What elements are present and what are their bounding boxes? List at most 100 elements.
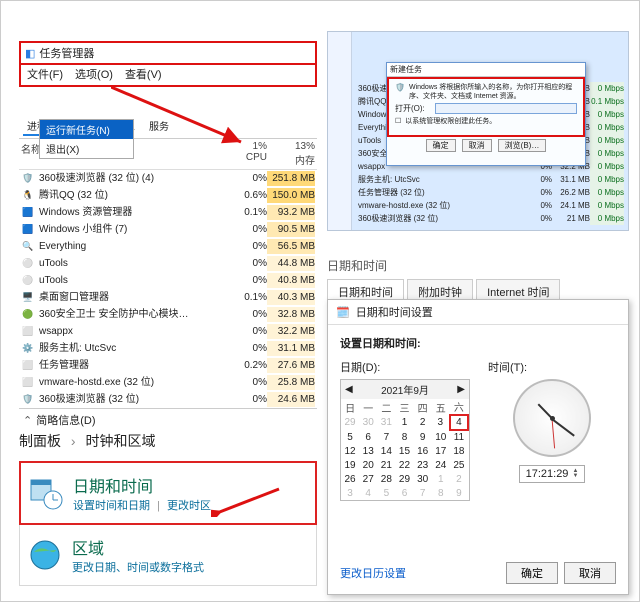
table-row[interactable]: 🐧 腾讯QQ (32 位) 0.6% 150.0 MB [19, 187, 317, 204]
file-menu-dropdown[interactable]: 运行新任务(N) 退出(X) [39, 119, 134, 159]
month-label[interactable]: 2021年9月 [381, 382, 429, 397]
task-manager-menubar[interactable]: 文件(F) 选项(O) 查看(V) [19, 65, 317, 87]
checkbox-admin[interactable]: ☐ [395, 117, 401, 125]
fewer-details-link[interactable]: 简略信息(D) [36, 412, 95, 428]
calendar-day[interactable]: 11 [450, 430, 468, 444]
table-row[interactable]: 🛡️ 360极速浏览器 (32 位) (4) 0% 251.8 MB [19, 170, 317, 187]
calendar-day[interactable]: 24 [432, 458, 450, 472]
dialog-buttons: 确定 取消 浏览(B)… [387, 137, 585, 154]
table-row[interactable]: 🛡️ 360极速浏览器 (32 位) 0% 24.6 MB [19, 391, 317, 408]
col-cpu[interactable]: 1% CPU [219, 141, 267, 167]
cp-link-set-datetime[interactable]: 设置时间和日期 [73, 500, 150, 512]
calendar-day[interactable]: 2 [450, 472, 468, 486]
calendar-day[interactable]: 27 [359, 472, 377, 486]
open-input[interactable] [435, 103, 577, 114]
calendar-day[interactable]: 7 [377, 430, 395, 444]
calendar[interactable]: ◀ 2021年9月 ▶ 日一二三四五六 29303112345678910111… [340, 379, 470, 501]
menu-file[interactable]: 文件(F) [25, 65, 65, 83]
process-name: 桌面窗口管理器 [39, 290, 219, 305]
date-time-settings-dialog[interactable]: 🗓️ 日期和时间设置 设置日期和时间: 日期(D): ◀ 2021年9月 ▶ 日… [327, 299, 629, 595]
menu-item-exit[interactable]: 退出(X) [40, 139, 133, 158]
table-row[interactable]: ⬜ 任务管理器 0.2% 27.6 MB [19, 357, 317, 374]
spinner-buttons[interactable]: ▲▼ [572, 469, 578, 479]
calendar-day[interactable]: 23 [414, 458, 432, 472]
calendar-day[interactable]: 16 [414, 444, 432, 458]
table-row[interactable]: 🟦 Windows 小组件 (7) 0% 90.5 MB [19, 221, 317, 238]
calendar-day[interactable]: 20 [359, 458, 377, 472]
calendar-day[interactable]: 29 [341, 415, 359, 430]
calendar-day[interactable]: 14 [377, 444, 395, 458]
table-row[interactable]: ⚪ uTools 0% 44.8 MB [19, 255, 317, 272]
crumb-segment-a[interactable]: 制面板 [19, 433, 61, 449]
col-memory[interactable]: 13% 内存 [267, 141, 315, 167]
prev-month-button[interactable]: ◀ [345, 384, 353, 395]
menu-options[interactable]: 选项(O) [73, 65, 115, 83]
chevron-up-icon[interactable]: ⌃ [23, 414, 32, 427]
process-name: uTools [39, 256, 219, 271]
time-spinner[interactable]: 17:21:29 ▲▼ [519, 465, 586, 483]
cancel-button[interactable]: 取消 [564, 562, 616, 584]
cp-item-region[interactable]: 区域 更改日期、时间或数字格式 [19, 525, 317, 586]
table-row[interactable]: ⬜ wsappx 0% 32.2 MB [19, 323, 317, 340]
table-row[interactable]: ⬜ vmware-hostd.exe (32 位) 0% 25.8 MB [19, 374, 317, 391]
calendar-day[interactable]: 22 [395, 458, 413, 472]
ok-button[interactable]: 确定 [506, 562, 558, 584]
table-row[interactable]: 🔍 Everything 0% 56.5 MB [19, 238, 317, 255]
cancel-button[interactable]: 取消 [462, 139, 492, 152]
cp-link-region-format[interactable]: 更改日期、时间或数字格式 [72, 562, 204, 574]
calendar-day[interactable]: 4 [450, 415, 468, 430]
calendar-day[interactable]: 4 [359, 486, 377, 500]
run-new-task-dialog[interactable]: 新建任务 🛡️ Windows 将根据你所输入的名称，为你打开相应的程序、文件夹… [386, 62, 586, 166]
table-row[interactable]: 🟦 Windows 资源管理器 0.1% 93.2 MB [19, 204, 317, 221]
calendar-day[interactable]: 28 [377, 472, 395, 486]
calendar-day[interactable]: 6 [395, 486, 413, 500]
calendar-day[interactable]: 10 [432, 430, 450, 444]
calendar-day[interactable]: 8 [432, 486, 450, 500]
calendar-grid[interactable]: 日一二三四五六 29303112345678910111213141516171… [341, 399, 469, 500]
ok-button[interactable]: 确定 [426, 139, 456, 152]
calendar-day[interactable]: 31 [377, 415, 395, 430]
process-list[interactable]: 🛡️ 360极速浏览器 (32 位) (4) 0% 251.8 MB🐧 腾讯QQ… [19, 170, 317, 408]
calendar-day[interactable]: 5 [341, 430, 359, 444]
process-name: wsappx [39, 324, 219, 339]
crumb-segment-b[interactable]: 时钟和区域 [85, 433, 155, 449]
calendar-day[interactable]: 30 [414, 472, 432, 486]
calendar-day[interactable]: 18 [450, 444, 468, 458]
table-row[interactable]: 🟢 360安全卫士 安全防护中心模块… 0% 32.8 MB [19, 306, 317, 323]
cp-item-date-time[interactable]: 日期和时间 设置时间和日期 | 更改时区 [19, 461, 317, 525]
change-calendar-settings-link[interactable]: 更改日历设置 [340, 565, 406, 581]
calendar-day[interactable]: 5 [377, 486, 395, 500]
table-row[interactable]: ⚪ uTools 0% 40.8 MB [19, 272, 317, 289]
next-month-button[interactable]: ▶ [457, 384, 465, 395]
table-row[interactable]: ⚙️ 服务主机: UtcSvc 0% 31.1 MB [19, 340, 317, 357]
calendar-day[interactable]: 8 [395, 430, 413, 444]
breadcrumb[interactable]: 制面板 › 时钟和区域 [19, 431, 155, 451]
calendar-day[interactable]: 7 [414, 486, 432, 500]
calendar-day[interactable]: 2 [414, 415, 432, 430]
calendar-day[interactable]: 29 [395, 472, 413, 486]
process-mem: 32.2 MB [267, 324, 315, 339]
calendar-day[interactable]: 25 [450, 458, 468, 472]
time-value[interactable]: 17:21:29 [526, 468, 569, 480]
browse-button[interactable]: 浏览(B)… [498, 139, 547, 152]
menu-item-run-new-task[interactable]: 运行新任务(N) [40, 120, 133, 139]
calendar-day[interactable]: 17 [432, 444, 450, 458]
calendar-day[interactable]: 21 [377, 458, 395, 472]
calendar-day[interactable]: 13 [359, 444, 377, 458]
calendar-day[interactable]: 1 [432, 472, 450, 486]
calendar-day[interactable]: 1 [395, 415, 413, 430]
tab-services[interactable]: 服务 [145, 117, 173, 136]
table-row[interactable]: 🖥️ 桌面窗口管理器 0.1% 40.3 MB [19, 289, 317, 306]
calendar-day[interactable]: 12 [341, 444, 359, 458]
calendar-day[interactable]: 9 [450, 486, 468, 500]
calendar-day[interactable]: 30 [359, 415, 377, 430]
calendar-day[interactable]: 3 [432, 415, 450, 430]
cp-link-change-timezone[interactable]: 更改时区 [167, 500, 211, 512]
calendar-day[interactable]: 19 [341, 458, 359, 472]
calendar-day[interactable]: 9 [414, 430, 432, 444]
calendar-day[interactable]: 15 [395, 444, 413, 458]
calendar-day[interactable]: 3 [341, 486, 359, 500]
calendar-day[interactable]: 26 [341, 472, 359, 486]
menu-view[interactable]: 查看(V) [123, 65, 164, 83]
calendar-day[interactable]: 6 [359, 430, 377, 444]
